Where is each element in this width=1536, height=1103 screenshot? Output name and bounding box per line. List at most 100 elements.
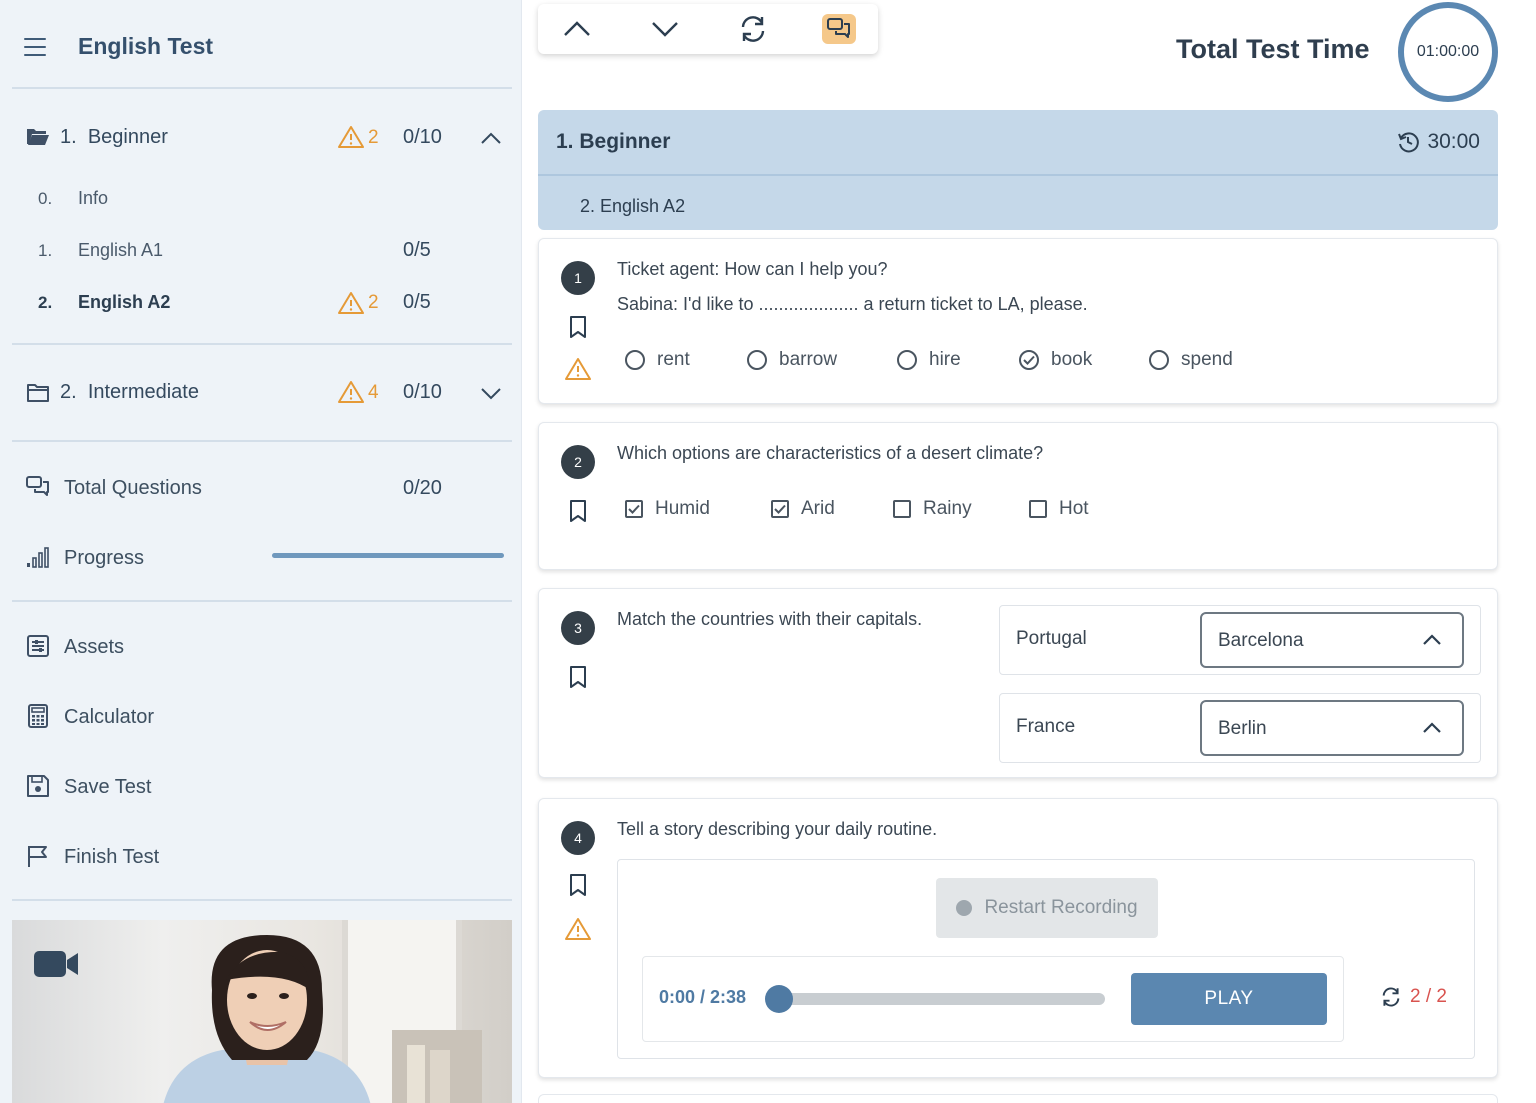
finish-test-button[interactable]: Finish Test [0, 836, 522, 876]
section-time-value: 30:00 [1427, 130, 1480, 153]
select-value: Berlin [1218, 718, 1267, 739]
item-number: 0. [38, 189, 53, 208]
option-barrow[interactable]: barrow [747, 349, 837, 371]
option-hire[interactable]: hire [897, 349, 961, 371]
chevron-up-icon [1423, 634, 1441, 645]
capital-select[interactable]: Barcelona [1200, 612, 1464, 668]
refresh-button[interactable] [736, 14, 770, 44]
match-country: Portugal [1016, 628, 1087, 649]
audio-player: 0:00 / 2:38 PLAY [642, 956, 1344, 1042]
check-icon [774, 504, 786, 514]
question-number: 2 [561, 445, 595, 479]
bookmark-icon[interactable] [569, 873, 587, 897]
webcam-preview [12, 920, 512, 1103]
sidebar-header: English Test [0, 0, 522, 90]
section-timer: 30:00 [1397, 130, 1480, 154]
refresh-icon [741, 16, 765, 42]
option-hot[interactable]: Hot [1029, 498, 1089, 520]
option-label: hire [929, 349, 961, 370]
total-time-label: Total Test Time [1176, 34, 1370, 64]
item-number: 1. [38, 241, 53, 260]
option-arid[interactable]: Arid [771, 498, 835, 520]
divider [12, 440, 512, 442]
section-number: 2. [60, 381, 77, 403]
assets-button[interactable]: Assets [0, 626, 522, 666]
chevron-down-icon[interactable] [480, 386, 502, 400]
background-book [407, 1045, 425, 1103]
checkbox[interactable] [893, 500, 911, 518]
item-label: Info [78, 188, 109, 208]
checkbox[interactable] [1029, 500, 1047, 518]
question-prompt: Ticket agent: How can I help you? [617, 259, 888, 279]
sidebar-item-info[interactable]: 0. Info [0, 184, 522, 216]
next-question-button[interactable] [648, 14, 682, 44]
chevron-up-icon [564, 21, 590, 36]
section-intermediate[interactable]: 2. Intermediate 4 0/10 [0, 373, 522, 413]
background-book [430, 1050, 450, 1103]
radio-button[interactable] [625, 350, 645, 370]
bookmark-icon[interactable] [569, 665, 587, 689]
section-beginner[interactable]: 1. Beginner 2 0/10 [0, 118, 522, 158]
refresh-icon[interactable] [1380, 986, 1402, 1008]
radio-button[interactable] [747, 350, 767, 370]
total-time-value: 01:00:00 [1416, 43, 1480, 60]
option-book[interactable]: book [1019, 349, 1092, 371]
chevron-down-icon [652, 22, 678, 37]
chevron-up-icon[interactable] [480, 131, 502, 145]
previous-question-button[interactable] [560, 14, 594, 44]
sidebar: English Test 1. Beginner 2 0/10 0. Info … [0, 0, 522, 1103]
calculator-button[interactable]: Calculator [0, 696, 522, 736]
chat-button[interactable] [822, 14, 856, 44]
option-humid[interactable]: Humid [625, 498, 710, 520]
recording-panel: Restart Recording 0:00 / 2:38 PLAY 2 / 2 [617, 859, 1475, 1059]
save-test-button[interactable]: Save Test [0, 766, 522, 806]
section-title: 1. Beginner [556, 130, 671, 153]
question-card-3: 3 Match the countries with their capital… [538, 588, 1498, 778]
divider [12, 600, 512, 602]
progress-label: Progress [64, 547, 145, 569]
checkbox-checked[interactable] [625, 500, 643, 518]
option-label: Rainy [923, 498, 972, 519]
divider [538, 174, 1498, 176]
person-silhouette [163, 935, 371, 1103]
section-number: 1. [60, 126, 77, 148]
seek-bar[interactable] [777, 993, 1105, 1005]
question-card-5 [538, 1094, 1498, 1103]
hamburger-icon[interactable] [24, 38, 46, 56]
option-rent[interactable]: rent [625, 349, 690, 371]
attempts-indicator: 2 / 2 [1380, 986, 1447, 1008]
question-sentence: Sabina: I'd like to ....................… [617, 294, 1088, 314]
item-label: English A2 [78, 292, 171, 312]
sidebar-item-english-a1[interactable]: 1. English A1 0/5 [0, 236, 522, 268]
restart-recording-button[interactable]: Restart Recording [936, 878, 1158, 938]
bookmark-icon[interactable] [569, 315, 587, 339]
signal-bars-icon [27, 547, 49, 568]
radio-button[interactable] [1149, 350, 1169, 370]
match-row-france: France Berlin [999, 693, 1481, 763]
radio-button[interactable] [897, 350, 917, 370]
warning-icon [338, 381, 364, 403]
play-button[interactable]: PLAY [1131, 973, 1327, 1025]
divider [12, 899, 512, 901]
item-score: 0/5 [403, 239, 431, 261]
option-rainy[interactable]: Rainy [893, 498, 972, 520]
question-number: 4 [561, 821, 595, 855]
flag-icon [28, 846, 47, 867]
sidebar-item-english-a2[interactable]: 2. English A2 2 0/5 [0, 288, 522, 320]
chat-bubbles-icon [827, 18, 850, 38]
section-score: 0/10 [403, 381, 442, 403]
capital-select[interactable]: Berlin [1200, 700, 1464, 756]
total-questions-label: Total Questions [64, 477, 202, 499]
bookmark-icon[interactable] [569, 499, 587, 523]
calculator-icon [28, 704, 48, 728]
warning-count: 2 [368, 292, 379, 313]
progress-bar [272, 553, 504, 558]
video-camera-icon[interactable] [34, 950, 80, 978]
warning-icon [565, 918, 591, 940]
option-spend[interactable]: spend [1149, 349, 1233, 371]
chevron-up-icon [1423, 722, 1441, 733]
seek-handle[interactable] [765, 985, 793, 1013]
option-label: Humid [655, 498, 710, 519]
radio-button-selected[interactable] [1019, 350, 1039, 370]
checkbox-checked[interactable] [771, 500, 789, 518]
